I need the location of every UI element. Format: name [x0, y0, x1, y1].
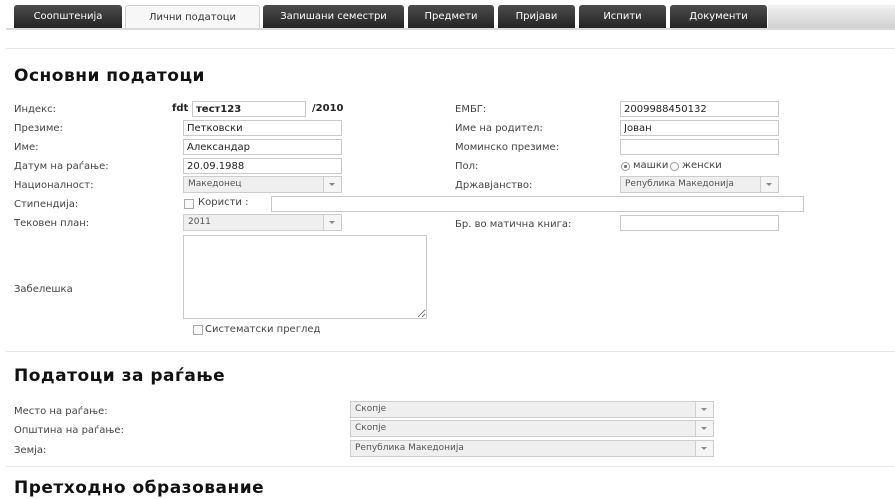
- gender-male-radio[interactable]: [621, 162, 630, 171]
- parent-name-input[interactable]: [620, 120, 779, 136]
- index-suffix: /2010: [312, 103, 344, 114]
- birth-municipality-label: Општина на раѓање:: [14, 425, 124, 436]
- index-prefix: fdt: [172, 103, 189, 114]
- gender-female-radio[interactable]: [670, 162, 679, 171]
- chevron-down-icon[interactable]: [695, 421, 713, 436]
- tab-bar: Соопштенија Лични податоци Запишани семе…: [0, 0, 895, 30]
- parent-name-label: Име на родител:: [455, 123, 543, 134]
- chevron-down-icon[interactable]: [323, 177, 341, 192]
- embg-label: ЕМБГ:: [455, 104, 487, 115]
- tab-documents[interactable]: Документи: [670, 5, 767, 29]
- tab-announcements[interactable]: Соопштенија: [14, 5, 122, 29]
- registry-input[interactable]: [620, 215, 779, 231]
- citizenship-select[interactable]: Република Македонија: [620, 176, 779, 193]
- name-input[interactable]: [183, 139, 342, 155]
- maiden-name-label: Моминско презиме:: [455, 142, 560, 153]
- birth-country-value: Република Македонија: [355, 443, 464, 453]
- citizenship-value: Република Македонија: [625, 179, 734, 189]
- tab-enrolled-semesters[interactable]: Запишани семестри: [263, 5, 404, 29]
- embg-input[interactable]: [620, 101, 779, 117]
- birth-country-select[interactable]: Република Македонија: [350, 440, 714, 457]
- dob-label: Датум на раѓање:: [14, 161, 109, 172]
- section-title-prev-edu: Претходно образование: [14, 478, 265, 498]
- gender-female-label: женски: [682, 160, 722, 171]
- nationality-label: Националност:: [14, 180, 94, 191]
- birth-place-label: Место на раѓање:: [14, 406, 108, 417]
- tab-exams[interactable]: Испити: [579, 5, 666, 29]
- chevron-down-icon[interactable]: [695, 402, 713, 417]
- birth-municipality-value: Скопје: [355, 423, 387, 433]
- birth-municipality-select[interactable]: Скопје: [350, 420, 714, 437]
- tab-underline: [6, 28, 895, 30]
- surname-label: Презиме:: [14, 123, 63, 134]
- gender-label: Пол:: [455, 161, 479, 172]
- citizenship-label: Државјанство:: [455, 180, 533, 191]
- scholarship-checkbox[interactable]: [184, 199, 194, 209]
- plan-label: Тековен план:: [14, 218, 90, 229]
- dob-input[interactable]: [183, 158, 342, 174]
- chevron-down-icon[interactable]: [323, 215, 341, 230]
- note-label: Забелешка: [14, 284, 73, 295]
- surname-input[interactable]: [183, 120, 342, 136]
- scholarship-input[interactable]: [271, 196, 804, 212]
- chevron-down-icon[interactable]: [760, 177, 778, 192]
- plan-value: 2011: [188, 217, 211, 227]
- nationality-value: Македонец: [188, 179, 242, 189]
- chevron-down-icon[interactable]: [695, 441, 713, 456]
- scholarship-check-label: Користи :: [198, 197, 249, 208]
- tab-strip-filler: [768, 5, 895, 29]
- index-input[interactable]: [192, 101, 306, 117]
- plan-select[interactable]: 2011: [183, 214, 342, 231]
- divider: [6, 466, 895, 467]
- checkup-checkbox[interactable]: [193, 325, 203, 335]
- note-textarea[interactable]: [183, 235, 427, 319]
- registry-label: Бр. во матична книга:: [455, 219, 572, 230]
- section-title-birth: Податоци за раѓање: [14, 366, 226, 386]
- birth-country-label: Земја:: [14, 445, 47, 456]
- birth-place-select[interactable]: Скопје: [350, 401, 714, 418]
- tab-applications[interactable]: Пријави: [498, 5, 575, 29]
- name-label: Име:: [14, 142, 39, 153]
- tab-personal-data[interactable]: Лични податоци: [125, 5, 260, 30]
- checkup-label: Систематски преглед: [205, 324, 321, 335]
- nationality-select[interactable]: Македонец: [183, 176, 342, 193]
- maiden-name-input[interactable]: [620, 139, 779, 155]
- section-title-basic: Основни податоци: [14, 66, 205, 86]
- index-label: Индекс:: [14, 104, 56, 115]
- scholarship-label: Стипендија:: [14, 199, 79, 210]
- tab-subjects[interactable]: Предмети: [408, 5, 494, 29]
- gender-male-label: машки: [633, 160, 669, 171]
- divider: [6, 351, 895, 352]
- birth-place-value: Скопје: [355, 404, 387, 414]
- divider: [6, 48, 895, 49]
